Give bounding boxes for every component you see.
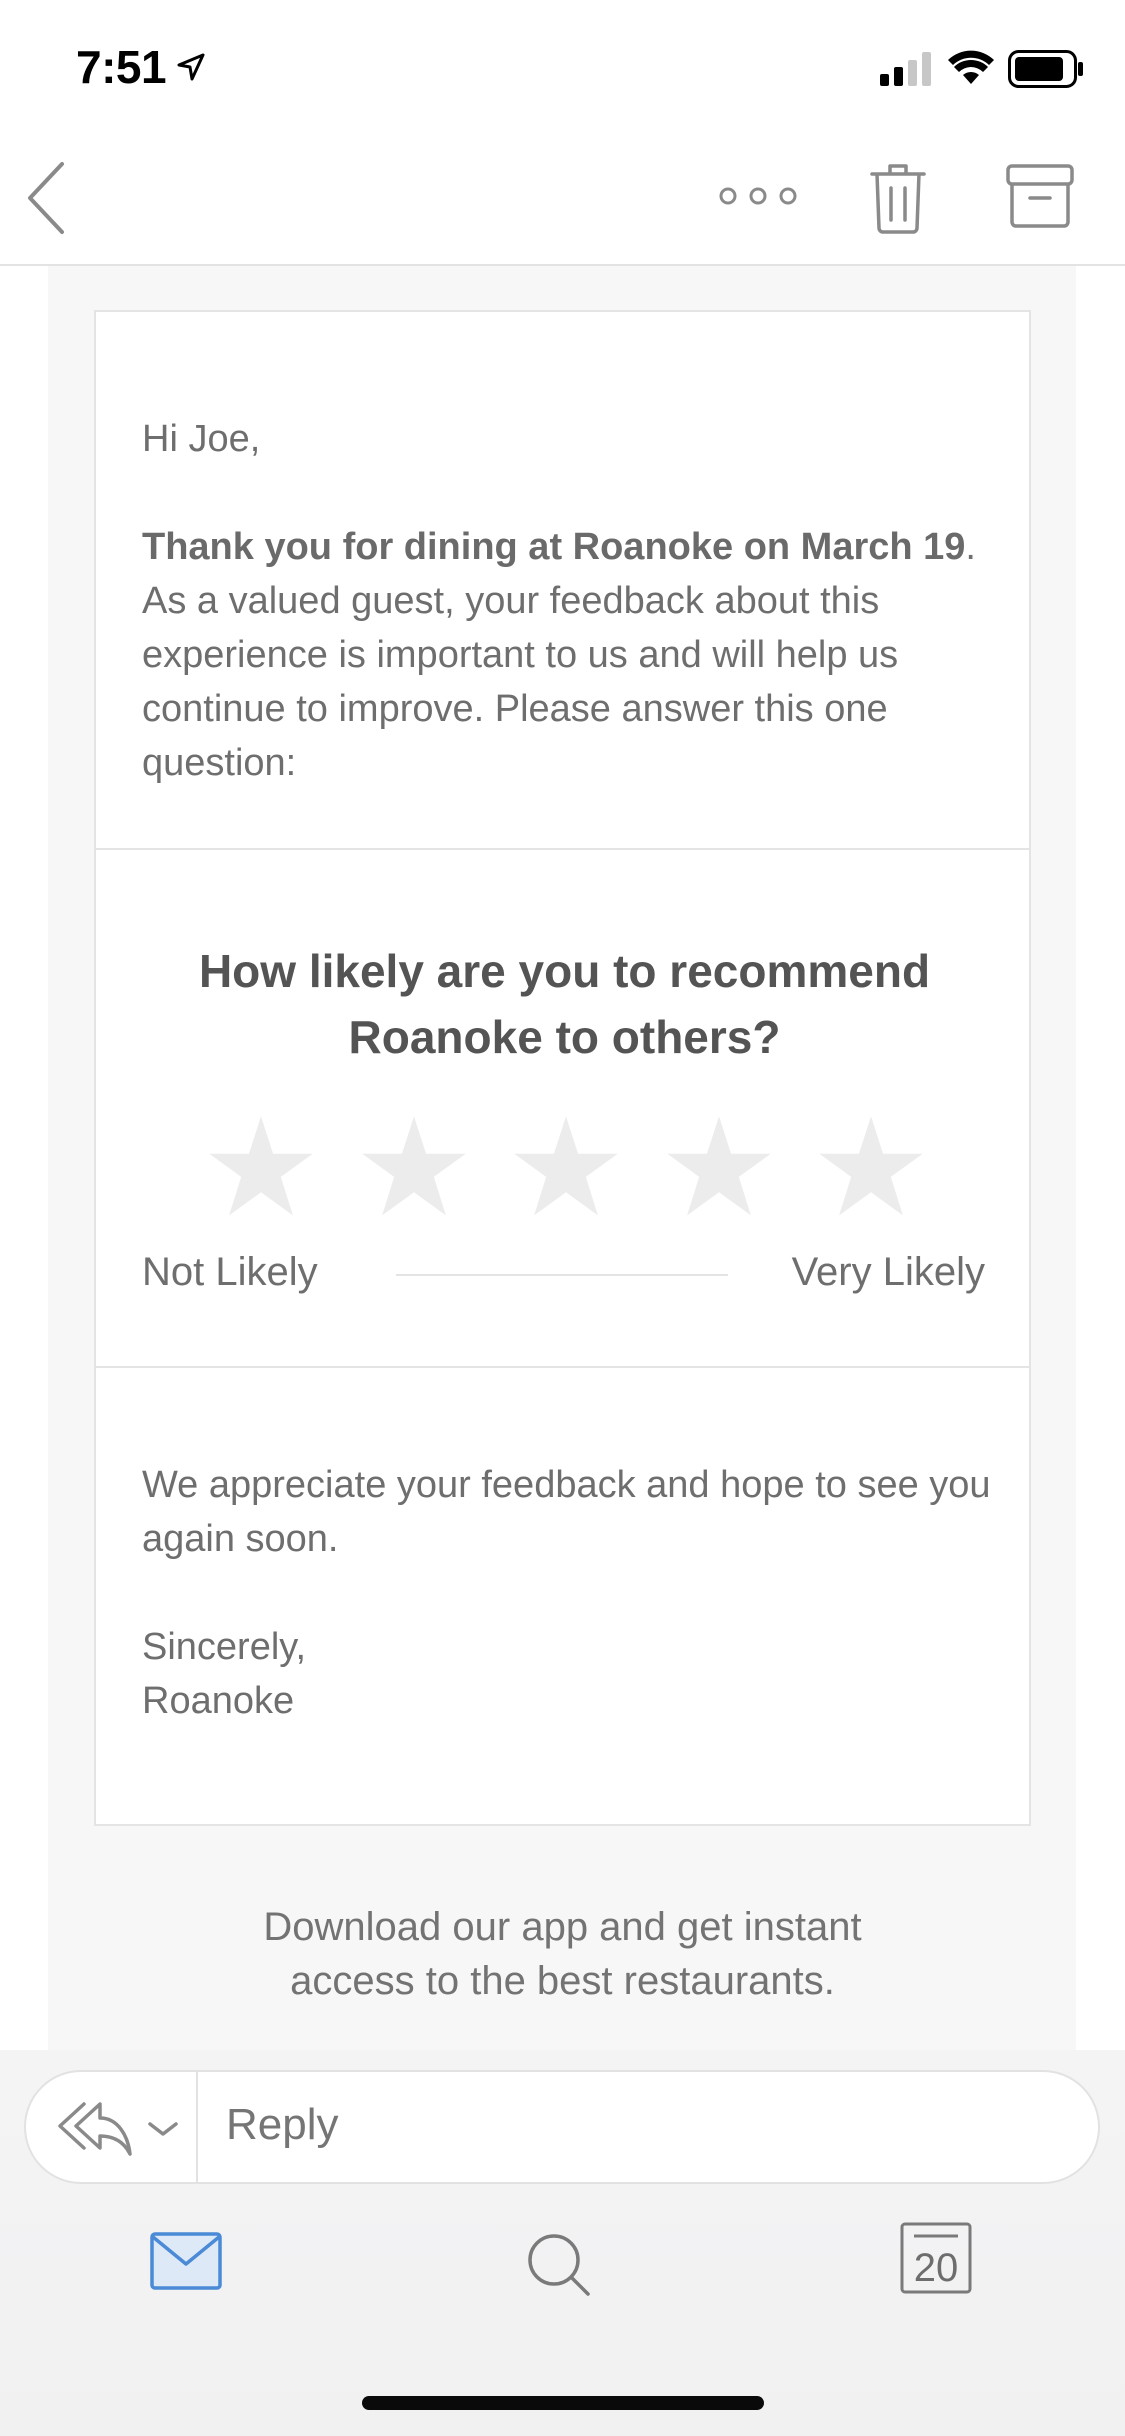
intro-bold-text: Thank you for dining at Roanoke on March… xyxy=(142,526,966,568)
wifi-icon xyxy=(948,50,994,84)
star-rating xyxy=(206,1112,926,1222)
rating-card: How likely are you to recommend Roanoke … xyxy=(94,848,1031,1368)
calendar-tab[interactable]: 20 xyxy=(900,2222,972,2294)
reply-all-icon[interactable] xyxy=(54,2096,134,2160)
star-1-icon[interactable] xyxy=(206,1112,316,1222)
reply-divider xyxy=(196,2072,198,2182)
search-tab-icon[interactable] xyxy=(526,2232,598,2304)
app-root: 7:51 Hi Joe, Thank you for dining at Roa… xyxy=(0,0,1125,2436)
calendar-day: 20 xyxy=(913,2246,959,2290)
greeting-text: Hi Joe, xyxy=(142,418,261,460)
outro-card: We appreciate your feedback and hope to … xyxy=(94,1366,1031,1826)
trash-icon[interactable] xyxy=(868,160,928,234)
star-2-icon[interactable] xyxy=(359,1112,469,1222)
rating-question: How likely are you to recommend Roanoke … xyxy=(198,945,931,1063)
download-line-2: access to the best restaurants. xyxy=(290,1959,835,2003)
signoff: Sincerely, Roanoke xyxy=(142,1620,306,1728)
star-5-icon[interactable] xyxy=(816,1112,926,1222)
status-time: 7:51 xyxy=(76,40,206,94)
scale-low-label: Not Likely xyxy=(142,1250,318,1294)
scale-high-label: Very Likely xyxy=(791,1250,985,1294)
email-body: Hi Joe, Thank you for dining at Roanoke … xyxy=(0,266,1125,2050)
status-bar: 7:51 xyxy=(0,0,1125,132)
clock-text: 7:51 xyxy=(76,41,167,93)
intro-paragraph: Thank you for dining at Roanoke on March… xyxy=(142,520,1002,790)
signoff-line-2: Roanoke xyxy=(142,1680,295,1722)
chevron-down-icon[interactable] xyxy=(146,2118,180,2140)
back-chevron-icon[interactable] xyxy=(24,158,68,238)
battery-icon xyxy=(1008,50,1083,88)
download-line-1: Download our app and get instant xyxy=(263,1905,862,1949)
email-toolbar xyxy=(0,132,1125,266)
bottom-bar: Reply 20 xyxy=(0,2050,1125,2436)
scale-divider xyxy=(396,1274,728,1276)
mail-tab-icon[interactable] xyxy=(150,2232,222,2290)
reply-input[interactable]: Reply xyxy=(226,2100,339,2150)
location-arrow-icon xyxy=(177,53,205,81)
star-3-icon[interactable] xyxy=(511,1112,621,1222)
more-icon[interactable] xyxy=(718,182,798,210)
reply-bar[interactable]: Reply xyxy=(24,2070,1100,2184)
download-promo: Download our app and get instant access … xyxy=(0,1900,1125,2008)
signoff-line-1: Sincerely, xyxy=(142,1626,307,1668)
intro-card: Hi Joe, Thank you for dining at Roanoke … xyxy=(94,310,1031,850)
outro-paragraph: We appreciate your feedback and hope to … xyxy=(142,1464,991,1560)
home-indicator[interactable] xyxy=(362,2396,764,2410)
star-4-icon[interactable] xyxy=(664,1112,774,1222)
cellular-signal-icon xyxy=(880,52,931,86)
archive-icon[interactable] xyxy=(1006,164,1074,228)
